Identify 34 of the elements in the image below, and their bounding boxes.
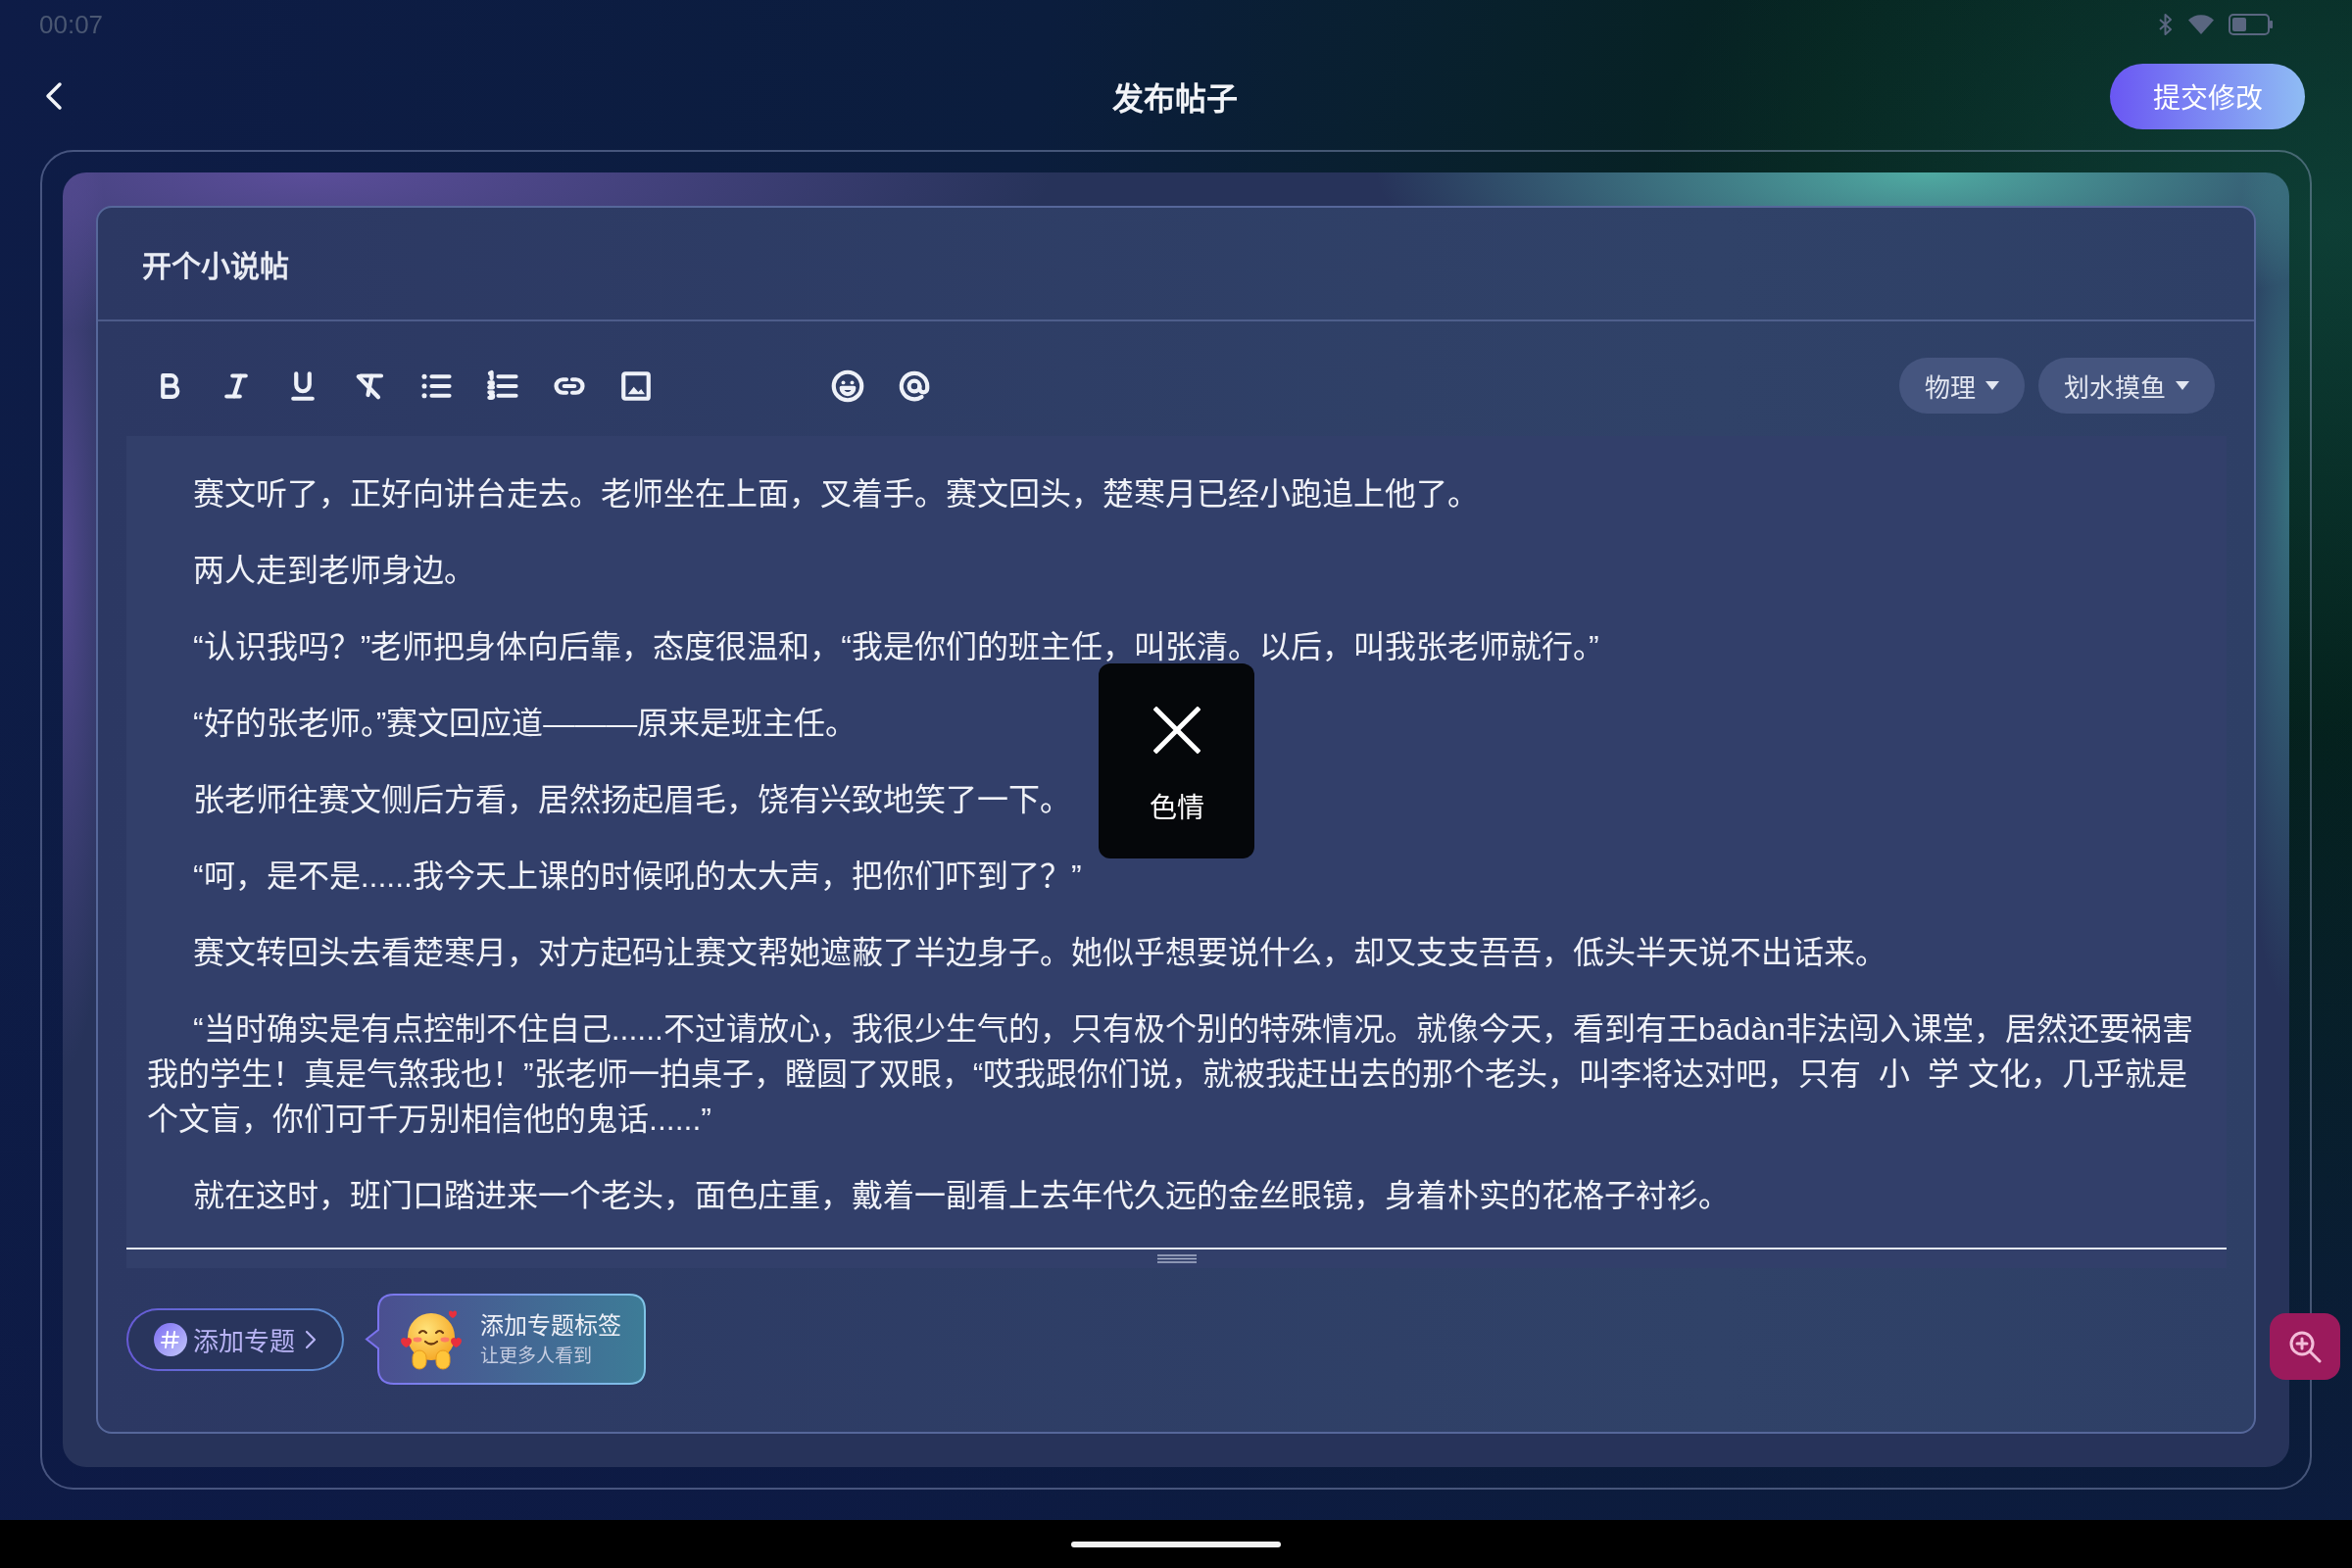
cross-icon (1152, 707, 1200, 754)
status-time: 00:07 (39, 9, 104, 40)
caret-down-icon (2176, 381, 2189, 390)
smiley-hearts-icon (400, 1307, 463, 1371)
grip-icon[interactable] (1156, 1254, 1197, 1263)
paragraph: “当时确实是有点控制不住自己......不过请放心，我很少生气的，只有极个别的特殊情况。就像今天，看到有王bādàn非法闯入课堂，居然还要祸害我的学生！真是气煞我也！”张老师一拍桌子，瞪圆了双眼，“哎我跟你们说，就被我赶出去的那个老头，叫李将达对吧，只有 小 学 文化，几乎就是个文盲，你们可千万别相信他的鬼话......” (147, 1010, 2194, 1139)
editor-field[interactable] (126, 436, 2227, 1268)
smiley-icon[interactable] (830, 368, 865, 404)
paragraph: “呵，是不是......我今天上课的时候吼的太大声，把你们吓到了？” (192, 858, 1082, 896)
tip-subtitle: 让更多人看到 (480, 1344, 593, 1368)
paragraph: 两人走到老师身边。 (192, 552, 475, 590)
paragraph: 赛文转回头去看楚寒月，对方起码让赛文帮她遮蔽了半边身子。她似乎想要说什么，却又支支吾吾，低头半天说不出话来。 (192, 934, 1886, 972)
tag-dropdown[interactable]: 物理 (1899, 358, 2025, 414)
add-topic-button[interactable]: 添加专题 (126, 1307, 344, 1371)
submit-button[interactable]: 提交修改 (2110, 63, 2305, 129)
paragraph: 张老师往赛文侧后方看，居然扬起眉毛，饶有兴致地笑了一下。 (192, 781, 1071, 819)
page-title: 发布帖子 (1111, 80, 1238, 119)
tag-dropdown[interactable]: 划水摸鱼 (2038, 358, 2215, 414)
hash-icon (154, 1322, 187, 1356)
zoom-button[interactable] (2270, 1313, 2340, 1380)
chevron-left-icon[interactable] (44, 81, 64, 111)
bluetooth-icon (2158, 13, 2174, 36)
paragraph: “认识我吗？”老师把身体向后靠，态度很温和，“我是你们的班主任，叫张清。以后，叫我张老师就行。” (192, 628, 1599, 666)
paragraph: “好的张老师。”赛文回应道———原来是班主任。 (192, 705, 858, 743)
caret-down-icon (1985, 381, 1999, 390)
tip-title: 添加专题标签 (480, 1310, 621, 1340)
magnifier-plus-icon (2288, 1330, 2322, 1363)
title-field[interactable]: 开个小说帖 (98, 208, 2254, 321)
paragraph: 就在这时，班门口踏进来一个老头，面色庄重，戴着一副看上去年代久远的金丝眼镜，身着朴实的花格子衬衫。 (192, 1177, 1730, 1215)
toast-label: 色情 (1149, 792, 1204, 825)
battery-icon (2229, 14, 2274, 35)
wifi-icon (2187, 14, 2215, 35)
paragraph: 赛文听了，正好向讲台走去。老师坐在上面，叉着手。赛文回头，楚寒月已经小跑追上他了。 (192, 475, 1479, 514)
chevron-right-icon (305, 1329, 317, 1349)
